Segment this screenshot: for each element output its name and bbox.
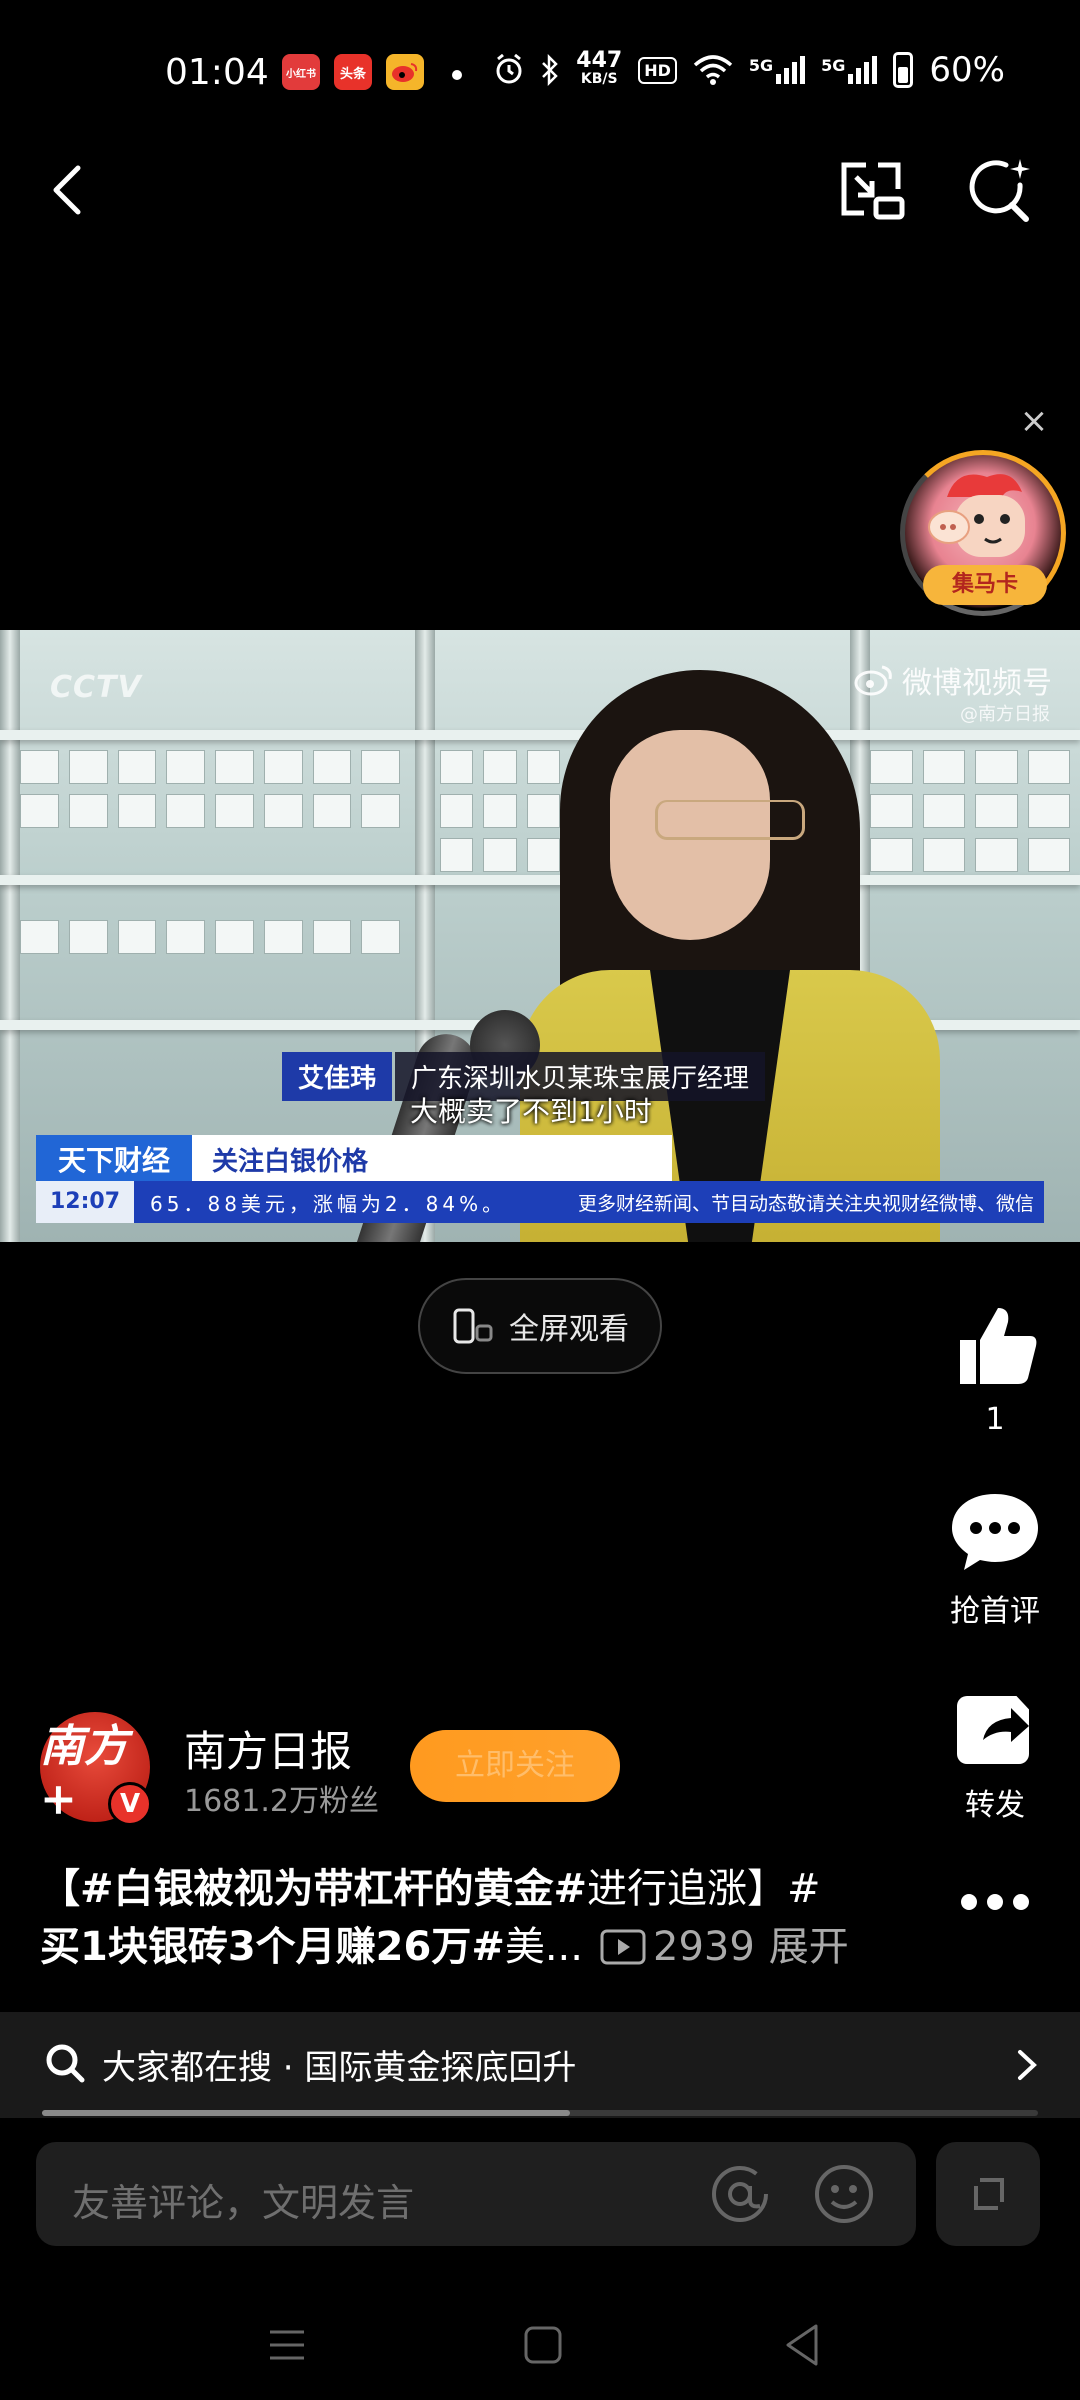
- smart-search-button[interactable]: [964, 155, 1036, 227]
- expand-icon: [974, 2178, 1004, 2210]
- like-count: 1: [985, 1402, 1005, 1437]
- mascot-icon: [928, 474, 1025, 557]
- rotate-phone-icon: [453, 1308, 493, 1344]
- weibo-logo-icon: [854, 665, 892, 696]
- float-card-close-button[interactable]: ×: [1018, 404, 1050, 438]
- ticker-text: 65．88美元，涨幅为2．84%。: [150, 1191, 507, 1216]
- caption-line-1: 【#白银被视为带杠杆的黄金#进行追涨】#: [40, 1860, 860, 1918]
- expand-editor-button[interactable]: [936, 2142, 1040, 2246]
- float-card-label: 集马卡: [923, 565, 1047, 605]
- post-caption[interactable]: 【#白银被视为带杠杆的黄金#进行追涨】# 买1块银砖3个月赚26万# 美... …: [40, 1860, 860, 1976]
- trending-search-bar[interactable]: 大家都在搜 · 国际黄金探底回升: [0, 2012, 1080, 2118]
- volte-hd-badge: HD: [638, 56, 677, 84]
- expand-caption-link[interactable]: 展开: [769, 1918, 849, 1976]
- fullscreen-label: 全屏观看: [509, 1312, 629, 1347]
- picture-in-picture-icon: [841, 162, 905, 220]
- system-nav-bar: [0, 2290, 1080, 2400]
- author-fans: 1681.2万粉丝: [184, 1784, 379, 1819]
- watermark-account: @南方日报: [960, 704, 1050, 725]
- net-speed-unit: KB/S: [580, 71, 618, 87]
- comment-placeholder: 友善评论，文明发言: [72, 2181, 415, 2225]
- news-ticker: 12:07 65．88美元，涨幅为2．84%。 更多财经新闻、节目动态敬请关注央…: [36, 1181, 1044, 1223]
- weibo-app-icon: [386, 54, 424, 90]
- video-player[interactable]: CCTV 微博视频号 @南方日报 艾佳玮 广东深圳水贝某珠宝展厅经理 大概卖了不…: [0, 630, 1080, 1242]
- caption-line-2: 买1块银砖3个月赚26万# 美... 2939 展开: [40, 1918, 860, 1976]
- program-topic: 关注白银价格: [192, 1135, 673, 1181]
- cctv-logo: CCTV: [50, 670, 142, 705]
- back-button[interactable]: [40, 160, 100, 220]
- battery-icon: [893, 52, 914, 88]
- share-button[interactable]: 转发: [930, 1688, 1060, 1824]
- comment-label: 抢首评: [950, 1594, 1040, 1629]
- watermark-text: 微博视频号: [902, 666, 1052, 701]
- back-arrow-icon: [53, 165, 81, 215]
- xiaohongshu-app-icon: 小红书: [282, 54, 320, 90]
- app-icon-label: 头条: [339, 66, 366, 82]
- notification-dot: [452, 70, 462, 80]
- clock: 01:04: [165, 52, 269, 93]
- more-dots-icon: [961, 1894, 1029, 1910]
- weibo-video-watermark: 微博视频号: [854, 658, 1052, 702]
- battery-level: 60%: [929, 50, 1005, 90]
- program-name: 天下财经: [36, 1135, 193, 1181]
- toutiao-app-icon: 头条: [334, 54, 372, 90]
- author-name[interactable]: 南方日报: [184, 1718, 352, 1779]
- share-label: 转发: [965, 1788, 1025, 1823]
- trending-search-text: 大家都在搜 · 国际黄金探底回升: [102, 2048, 577, 2088]
- at-mention-icon[interactable]: [708, 2162, 772, 2226]
- signal-label: 5G: [821, 56, 846, 75]
- sparkle-search-icon: [969, 159, 1030, 222]
- top-nav: [0, 140, 1080, 240]
- search-icon: [46, 2044, 85, 2083]
- caption-text: 美...: [504, 1924, 583, 1970]
- caption-hashtag: 买1块银砖3个月赚26万#: [40, 1924, 505, 1970]
- signal-5g-1: 5G: [748, 56, 806, 84]
- float-card[interactable]: 集马卡: [900, 450, 1066, 616]
- chevron-right-icon: [1018, 2050, 1037, 2080]
- network-speed: 447 KB/S: [576, 48, 623, 88]
- video-subtitle: 大概卖了不到1小时: [410, 1095, 652, 1128]
- more-button[interactable]: [930, 1890, 1060, 1918]
- picture-in-picture-button[interactable]: [836, 155, 908, 227]
- video-progress-bar[interactable]: [42, 2110, 1038, 2116]
- thumbs-up-icon: [960, 1308, 1037, 1384]
- view-count: 2939: [653, 1924, 755, 1970]
- like-button[interactable]: 1: [930, 1300, 1060, 1437]
- back-triangle-icon[interactable]: [778, 2320, 828, 2370]
- play-views-icon: [600, 1929, 646, 1965]
- comment-input[interactable]: 友善评论，文明发言: [36, 2142, 916, 2246]
- status-icons: 447 KB/S HD 5G 5G 60%: [494, 50, 1005, 90]
- menu-lines-icon[interactable]: [262, 2320, 312, 2370]
- alarm-icon: [496, 54, 522, 84]
- caption-hashtag: 【#白银被视为带杠杆的黄金#: [40, 1866, 588, 1912]
- share-icon: [957, 1688, 1037, 1764]
- app-icon-label: 小红书: [286, 68, 316, 80]
- emoji-icon[interactable]: [812, 2162, 876, 2226]
- video-progress-fill: [42, 2110, 570, 2116]
- net-speed-value: 447: [576, 48, 623, 73]
- signal-5g-2: 5G: [821, 56, 878, 84]
- comment-button[interactable]: 抢首评: [930, 1490, 1060, 1630]
- verified-badge: V: [108, 1782, 152, 1826]
- ticker-time: 12:07: [36, 1181, 135, 1223]
- speaker-name: 艾佳玮: [282, 1052, 393, 1101]
- caption-text: 进行追涨】#: [587, 1866, 821, 1912]
- home-square-icon[interactable]: [518, 2320, 568, 2370]
- comment-bubble-icon: [952, 1494, 1038, 1570]
- follow-button[interactable]: 立即关注: [410, 1730, 620, 1802]
- bluetooth-icon: [542, 54, 559, 86]
- fullscreen-button[interactable]: 全屏观看: [418, 1278, 662, 1374]
- ticker-promo: 更多财经新闻、节目动态敬请关注央视财经微博、微信: [577, 1192, 1034, 1215]
- program-banner: 天下财经 关注白银价格: [36, 1135, 673, 1181]
- signal-label: 5G: [748, 56, 774, 75]
- wifi-icon: [693, 55, 733, 85]
- status-bar: 01:04 小红书 头条 447 KB/S HD 5G 5G 60%: [0, 40, 1080, 104]
